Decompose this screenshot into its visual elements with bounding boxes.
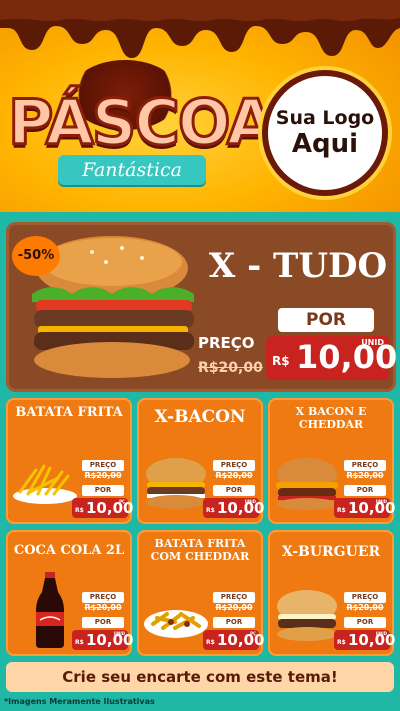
preco-label: PREÇO: [82, 592, 124, 603]
preco-label: PREÇO: [213, 592, 255, 603]
price: 10,00: [86, 631, 134, 649]
product-card-batata-cheddar[interactable]: BATATA FRITA COM CHEDDAR PREÇO R$20,00 P…: [137, 530, 264, 656]
product-name: X-BURGUER: [281, 544, 381, 560]
price: 10,00: [348, 499, 396, 517]
currency: R$: [75, 507, 84, 514]
old-price: R$20,00: [346, 603, 384, 612]
preco-label: PREÇO: [213, 460, 255, 471]
unit: UNID: [375, 631, 387, 636]
logo-placeholder[interactable]: Sua Logo Aqui: [262, 70, 388, 196]
unit: UNID: [244, 499, 256, 504]
product-name: BATATA FRITA COM CHEDDAR: [150, 537, 250, 563]
product-card-x-bacon-cheddar[interactable]: X BACON E CHEDDAR PREÇO R$20,00 POR R$ 1…: [268, 398, 395, 524]
currency: R$: [337, 639, 346, 646]
currency: R$: [206, 507, 215, 514]
currency: R$: [337, 507, 346, 514]
product-card-x-bacon[interactable]: X-BACON PREÇO R$20,00 POR R$ 10,00 UNID: [137, 398, 264, 524]
old-price: R$20,00: [215, 471, 253, 480]
price: 10,00: [217, 631, 265, 649]
product-name: COCA COLA 2L: [13, 543, 125, 558]
burger-image: [146, 458, 206, 509]
fries-cheddar-image: [144, 610, 208, 638]
featured-price-tag: R$ 10,00 UNID: [266, 336, 397, 380]
old-price: R$20,00: [84, 471, 122, 480]
product-name: X BACON E CHEDDAR: [295, 405, 367, 431]
header-banner: PÁSCOA Fantástica Sua Logo Aqui: [0, 0, 400, 212]
featured-preco-label: PREÇO: [198, 334, 255, 352]
featured-currency: R$: [272, 354, 290, 368]
unit: PÇ: [250, 631, 256, 636]
old-price: R$20,00: [346, 471, 384, 480]
featured-por-label: POR: [278, 308, 374, 332]
unit: UNID: [375, 499, 387, 504]
por-label: POR: [82, 485, 124, 496]
price-tag: R$ 10,00 UNID: [72, 630, 133, 650]
price-tag: R$ 10,00 UNID: [334, 630, 395, 650]
featured-old-price: R$20,00: [198, 360, 263, 376]
fries-image: [13, 464, 77, 504]
por-label: POR: [213, 485, 255, 496]
old-price: R$20,00: [84, 603, 122, 612]
por-label: POR: [82, 617, 124, 628]
por-label: POR: [213, 617, 255, 628]
price: 10,00: [348, 631, 396, 649]
product-name: X-BACON: [154, 407, 246, 427]
chocolate-drips: [0, 0, 400, 58]
preco-label: PREÇO: [82, 460, 124, 471]
cta-banner[interactable]: Crie seu encarte com este tema!: [6, 662, 394, 692]
featured-unit: UNID: [361, 338, 384, 347]
currency: R$: [75, 639, 84, 646]
por-label: POR: [344, 617, 386, 628]
product-card-x-burguer[interactable]: X-BURGUER PREÇO R$20,00 POR R$ 10,00 UNI…: [268, 530, 395, 656]
logo-line1: Sua Logo: [275, 107, 375, 129]
burger-image: [277, 590, 337, 641]
product-name: BATATA FRITA: [15, 405, 123, 420]
burger-image: [276, 458, 338, 510]
logo-line2: Aqui: [291, 129, 359, 159]
unit: UNID: [113, 631, 125, 636]
product-card-batata-frita[interactable]: BATATA FRITA PREÇO R$20,00 POR R$ 10,00 …: [6, 398, 133, 524]
price-tag: R$ 10,00 PÇ: [72, 498, 133, 518]
preco-label: PREÇO: [344, 460, 386, 471]
page-subtitle: Fantástica: [58, 155, 206, 185]
preco-label: PREÇO: [344, 592, 386, 603]
bottle-image: [36, 572, 64, 648]
price-tag: R$ 10,00 UNID: [334, 498, 395, 518]
unit: PÇ: [119, 499, 125, 504]
featured-name: X - TUDO: [208, 246, 388, 286]
price-tag: R$ 10,00 PÇ: [203, 630, 264, 650]
old-price: R$20,00: [215, 603, 253, 612]
price-tag: R$ 10,00 UNID: [203, 498, 264, 518]
por-label: POR: [344, 485, 386, 496]
price: 10,00: [217, 499, 265, 517]
price: 10,00: [86, 499, 134, 517]
product-card-coca-cola[interactable]: COCA COLA 2L PREÇO R$20,00 POR R$ 10,00 …: [6, 530, 133, 656]
currency: R$: [206, 639, 215, 646]
disclaimer-text: *Imagens Meramente Ilustrativas: [4, 697, 155, 706]
page-title: PÁSCOA: [7, 85, 277, 161]
discount-badge: -50%: [12, 236, 60, 276]
